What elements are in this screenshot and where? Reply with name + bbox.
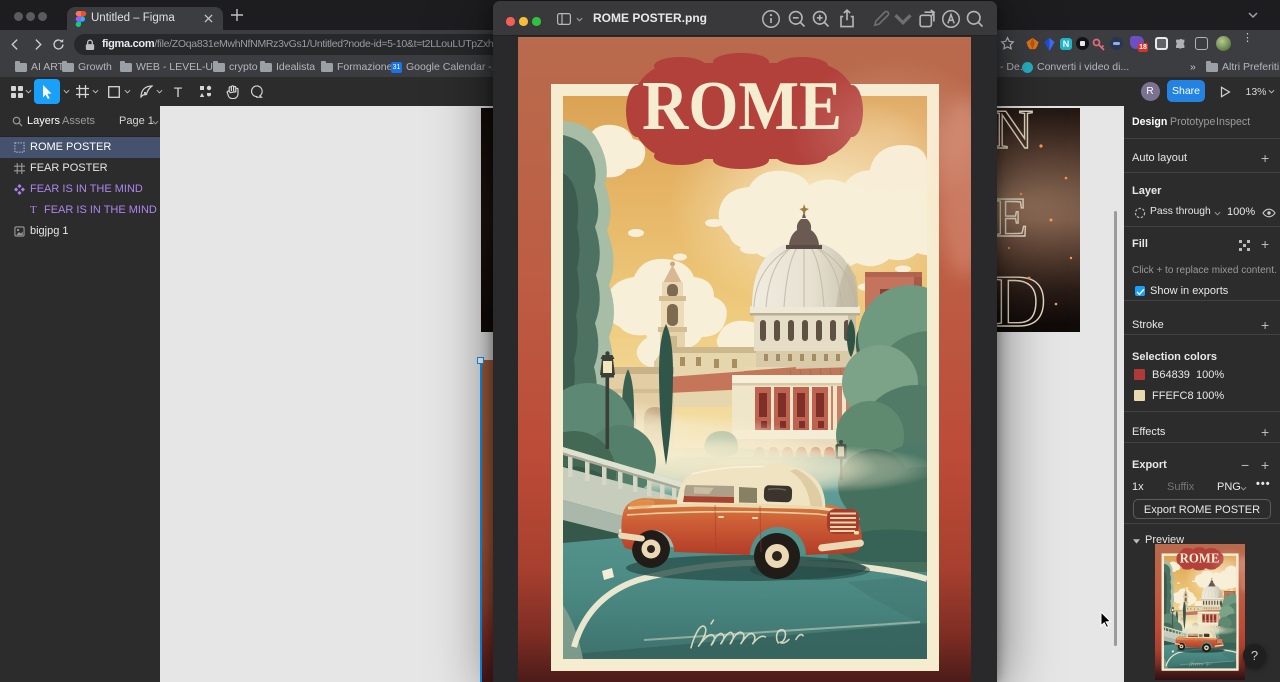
svg-text:D: D xyxy=(993,261,1046,332)
svg-text:N: N xyxy=(993,108,1033,161)
svg-text:E: E xyxy=(994,187,1028,249)
